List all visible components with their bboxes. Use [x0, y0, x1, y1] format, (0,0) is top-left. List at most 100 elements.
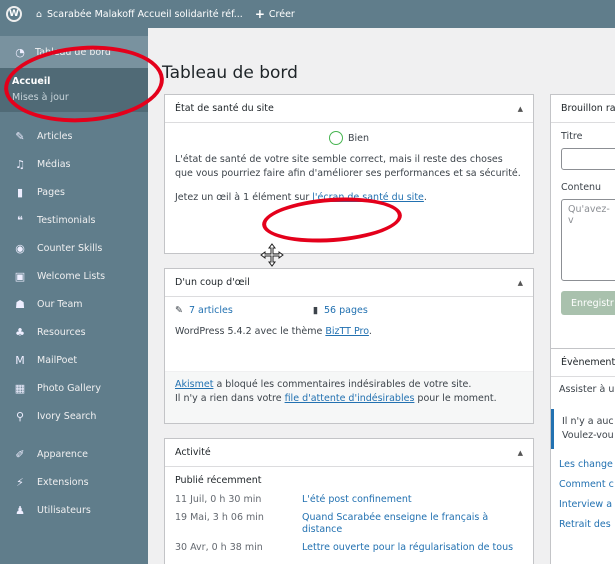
site-health-link[interactable]: l'écran de santé du site [312, 192, 424, 203]
list-icon: ▣ [14, 269, 26, 283]
widget-title: Évènement [561, 357, 615, 368]
widget-header[interactable]: Évènement [551, 349, 615, 377]
sidebar-item-label: Apparence [37, 448, 89, 460]
health-check-line: Jetez un œil à 1 élément sur l'écran de … [165, 181, 533, 205]
mailpoet-icon: M [15, 353, 25, 367]
draft-content-textarea[interactable]: Qu'avez-v [561, 199, 615, 281]
save-draft-button[interactable]: Enregistr [561, 291, 615, 315]
plugin-icon: ⚡ [16, 475, 24, 489]
attend-text: Assister à u [559, 384, 615, 395]
sidebar-item-testimonials[interactable]: ❝ Testimonials [0, 206, 148, 234]
pages-count[interactable]: ▮ 56 pages [313, 305, 368, 316]
activity-row: 19 Mai, 3 h 06 min Quand Scarabée enseign… [175, 512, 523, 536]
articles-count[interactable]: ✎ 7 articles [175, 305, 233, 316]
spam-queue-link[interactable]: file d'attente d'indésirables [285, 393, 415, 404]
sidebar-item-extensions[interactable]: ⚡ Extensions [0, 468, 148, 496]
sidebar-item-apparence[interactable]: ✐ Apparence [0, 440, 148, 468]
sidebar-item-mailpoet[interactable]: M MailPoet [0, 346, 148, 374]
sidebar-submenu: Accueil Mises à jour [0, 68, 148, 112]
collapse-arrow-icon[interactable]: ▲ [518, 449, 523, 457]
pin-icon: ✎ [175, 305, 183, 316]
wp-suffix: . [368, 326, 372, 337]
health-description: L'état de santé de votre site semble cor… [175, 154, 521, 179]
search-icon: ⚲ [15, 409, 25, 423]
sidebar-item-label: Médias [37, 158, 71, 170]
sidebar-item-label: Counter Skills [37, 242, 103, 254]
notice-line: Voulez-vou [562, 430, 614, 441]
events-widget: Évènement Assister à u Il n'y a auc Voul… [550, 348, 615, 564]
sidebar-item-label: Testimonials [37, 214, 96, 226]
move-cursor-icon [260, 243, 284, 267]
title-label: Titre [561, 131, 583, 142]
draft-title-input[interactable] [561, 148, 615, 170]
widget-header[interactable]: État de santé du site ▲ [165, 95, 533, 123]
activity-row: 11 Juil, 0 h 30 min L'été post confinemen… [175, 494, 523, 506]
sidebar-item-medias[interactable]: ♫ Médias [0, 150, 148, 178]
widget-header[interactable]: D'un coup d'œil ▲ [165, 269, 533, 297]
sidebar-item-ivory-search[interactable]: ⚲ Ivory Search [0, 402, 148, 430]
pages-link: 56 pages [324, 305, 368, 316]
akismet-text: a bloqué les commentaires indésirables d… [213, 379, 472, 390]
media-icon: ♫ [15, 157, 25, 171]
post-link[interactable]: Quand Scarabée enseigne le français à di… [302, 512, 523, 536]
sidebar-item-articles[interactable]: ✎ Articles [0, 122, 148, 150]
sidebar-item-label: Our Team [37, 298, 83, 310]
quote-icon: ❝ [17, 213, 23, 227]
home-icon: ⌂ [36, 8, 43, 20]
submenu-updates[interactable]: Mises à jour [12, 90, 148, 106]
news-link[interactable]: Comment c [559, 475, 615, 495]
sidebar-item-resources[interactable]: ♣ Resources [0, 318, 148, 346]
sidebar-item-dashboard[interactable]: ◔ Tableau de bord [0, 36, 148, 68]
collapse-arrow-icon[interactable]: ▲ [518, 105, 523, 113]
widget-title: Activité [175, 447, 211, 458]
sidebar-item-label: Resources [37, 326, 86, 338]
sidebar-item-utilisateurs[interactable]: ♟ Utilisateurs [0, 496, 148, 524]
post-link[interactable]: Lettre ouverte pour la régularisation de… [302, 542, 523, 554]
site-name: Scarabée Malakoff Accueil solidarité réf… [47, 8, 243, 20]
check-suffix: . [423, 192, 427, 203]
admin-sidebar: ◔ Tableau de bord Accueil Mises à jour ✎ A… [0, 28, 148, 564]
sidebar-item-our-team[interactable]: ☗ Our Team [0, 290, 148, 318]
akismet-box: Akismet a bloqué les commentaires indési… [165, 371, 533, 423]
widget-header[interactable]: Activité ▲ [165, 439, 533, 467]
collapse-arrow-icon[interactable]: ▲ [518, 279, 523, 287]
submenu-accueil[interactable]: Accueil [12, 74, 148, 90]
sidebar-item-label: Photo Gallery [37, 382, 101, 394]
page-icon: ▮ [16, 185, 24, 199]
wordpress-icon: W [6, 6, 22, 22]
plus-icon: + [254, 7, 265, 21]
sidebar-item-welcome-lists[interactable]: ▣ Welcome Lists [0, 262, 148, 290]
akismet-link[interactable]: Akismet [175, 379, 213, 390]
status-ring-icon [328, 131, 343, 145]
news-link[interactable]: Retrait des [559, 515, 615, 535]
sidebar-item-pages[interactable]: ▮ Pages [0, 178, 148, 206]
notice-line: Il n'y a auc [562, 416, 614, 427]
events-notice: Il n'y a auc Voulez-vou [551, 409, 615, 449]
theme-link[interactable]: BizTT Pro [325, 326, 369, 337]
news-link[interactable]: Interview a [559, 495, 615, 515]
post-link[interactable]: L'été post confinement [302, 494, 523, 506]
post-date: 30 Avr, 0 h 38 min [175, 542, 263, 553]
wordpress-logo-button[interactable]: W [0, 0, 28, 28]
queue-suffix: pour le moment. [414, 393, 497, 404]
new-content-button[interactable]: + Créer [255, 7, 295, 21]
sidebar-item-photo-gallery[interactable]: ▦ Photo Gallery [0, 374, 148, 402]
resources-icon: ♣ [15, 325, 25, 339]
news-list: Les change Comment c Interview a Retrait… [551, 455, 615, 535]
site-name-link[interactable]: ⌂ Scarabée Malakoff Accueil solidarité ré… [36, 9, 243, 20]
activity-row: 30 Avr, 0 h 38 min Lettre ouverte pour la… [175, 542, 523, 554]
queue-prefix: Il n'y a rien dans votre [175, 393, 285, 404]
sidebar-item-counter-skills[interactable]: ◉ Counter Skills [0, 234, 148, 262]
draft-form: Titre Contenu Qu'avez-v Enregistr [551, 123, 615, 315]
sidebar-item-label: Extensions [37, 476, 89, 488]
widget-header[interactable]: Brouillon ra [551, 95, 615, 123]
quick-draft-widget: Brouillon ra Titre Contenu Qu'avez-v Enr… [550, 94, 615, 364]
sidebar-item-label: Utilisateurs [37, 504, 91, 516]
new-label: Créer [268, 8, 295, 20]
wp-prefix: WordPress 5.4.2 avec le thème [175, 326, 326, 337]
users-icon: ♟ [15, 503, 25, 517]
news-link[interactable]: Les change [559, 455, 615, 475]
counter-icon: ◉ [15, 241, 25, 255]
post-date: 11 Juil, 0 h 30 min [175, 494, 262, 505]
activity-widget: Activité ▲ Publié récemment 11 Juil, 0 h … [164, 438, 534, 564]
